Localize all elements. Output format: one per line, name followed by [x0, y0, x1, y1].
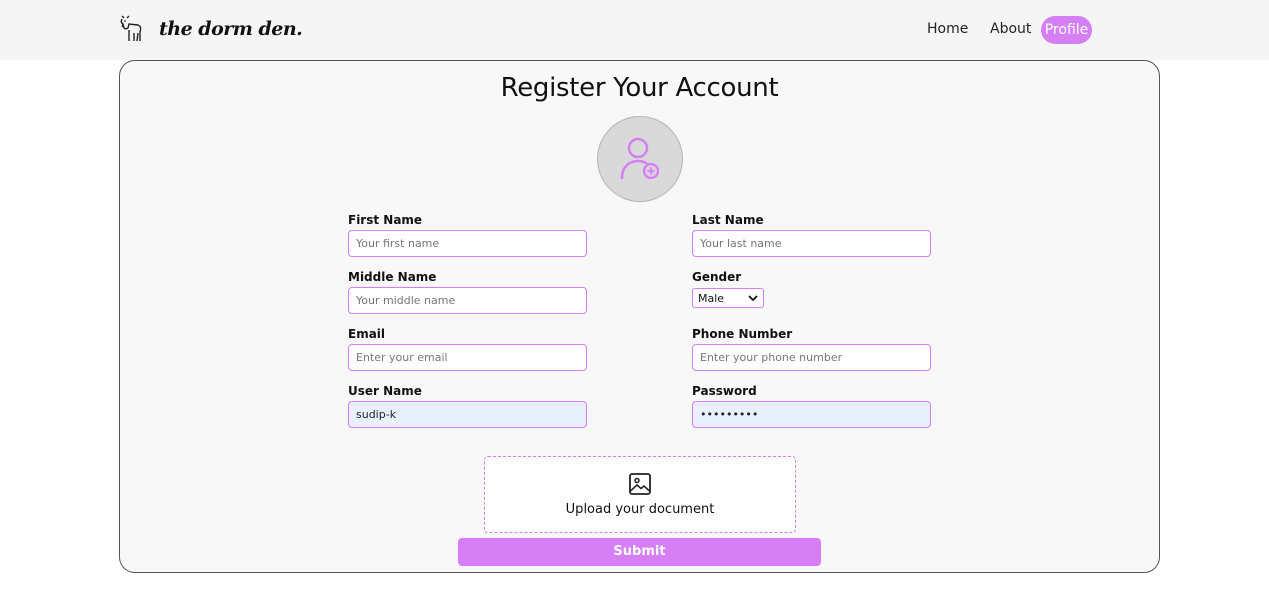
navbar: the dorm den. Home About Profile — [0, 0, 1269, 60]
image-icon — [629, 473, 651, 495]
document-upload-area[interactable]: Upload your document — [484, 456, 796, 533]
username-label: User Name — [348, 384, 422, 398]
gender-label: Gender — [692, 270, 742, 284]
goat-logo-icon[interactable] — [118, 15, 144, 43]
submit-button[interactable]: Submit — [458, 538, 821, 566]
nav-home-link[interactable]: Home — [927, 21, 968, 37]
username-input[interactable] — [348, 401, 587, 428]
phone-input[interactable] — [692, 344, 931, 371]
email-label: Email — [348, 327, 386, 341]
chevron-down-icon — [748, 295, 758, 302]
middle-name-label: Middle Name — [348, 270, 437, 284]
password-input[interactable] — [692, 401, 931, 428]
brand-name[interactable]: the dorm den. — [159, 18, 303, 40]
first-name-input[interactable] — [348, 230, 587, 257]
avatar-upload[interactable] — [597, 116, 683, 202]
nav-about-link[interactable]: About — [990, 21, 1031, 37]
phone-label: Phone Number — [692, 327, 793, 341]
registration-card: Register Your Account First Name Last Na… — [119, 60, 1160, 573]
first-name-label: First Name — [348, 213, 423, 227]
gender-select[interactable]: Male — [692, 288, 764, 308]
middle-name-input[interactable] — [348, 287, 587, 314]
password-label: Password — [692, 384, 757, 398]
nav-profile-button[interactable]: Profile — [1041, 16, 1092, 44]
upload-label: Upload your document — [565, 502, 715, 517]
last-name-input[interactable] — [692, 230, 931, 257]
page-title: Register Your Account — [500, 73, 779, 103]
add-user-icon — [620, 137, 660, 180]
email-input[interactable] — [348, 344, 587, 371]
last-name-label: Last Name — [692, 213, 764, 227]
gender-selected-value: Male — [698, 291, 725, 305]
